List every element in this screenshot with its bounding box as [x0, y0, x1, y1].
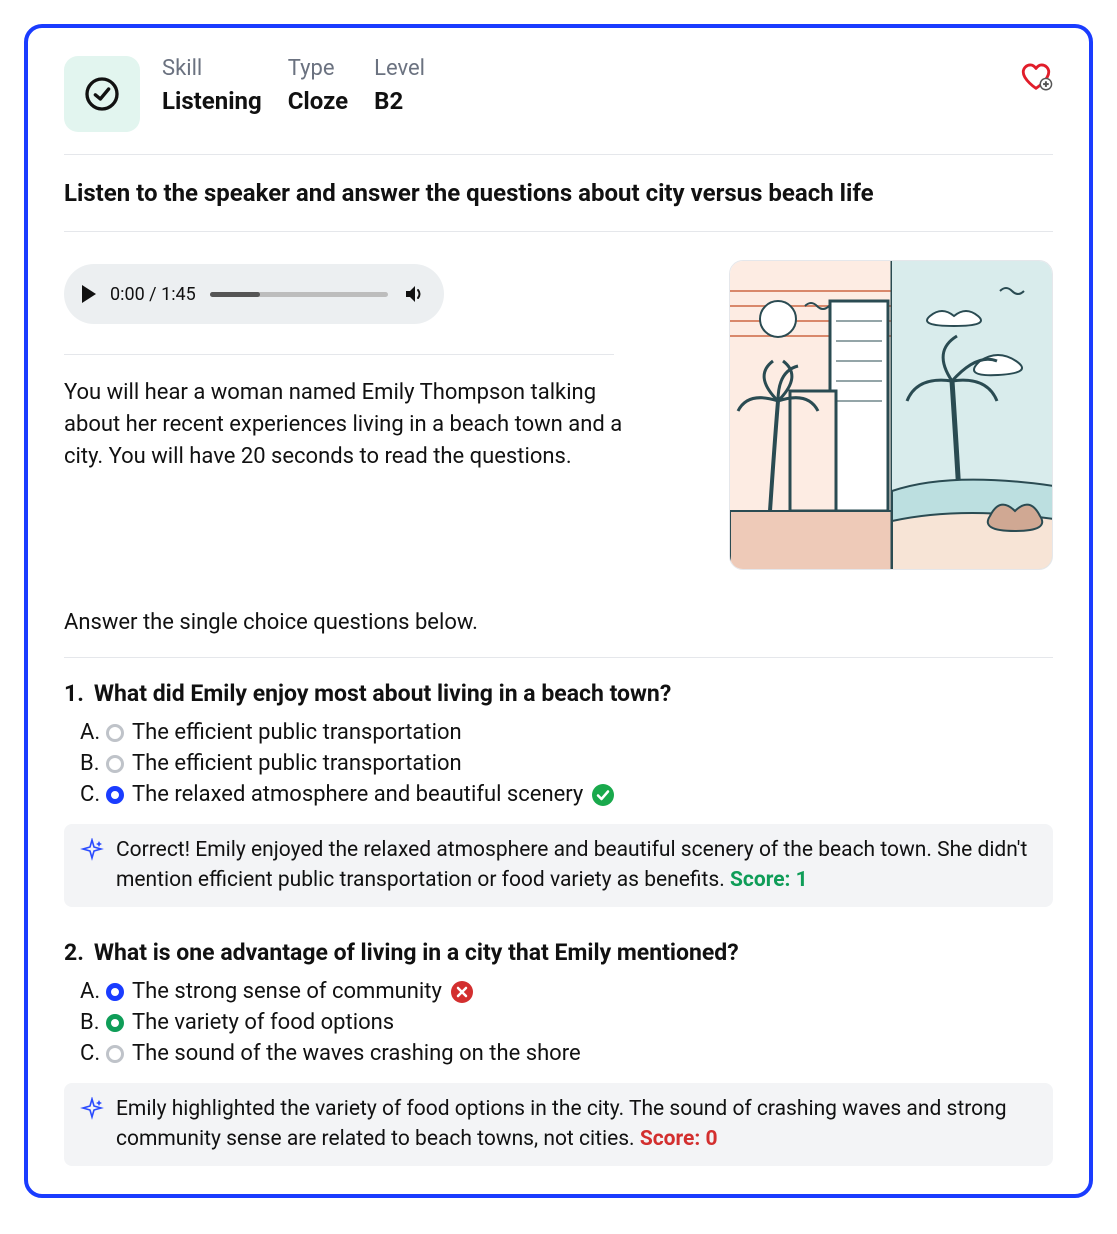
radio-icon[interactable]	[106, 1014, 124, 1032]
meta-skill: Skill Listening	[162, 56, 262, 115]
radio-icon[interactable]	[106, 983, 124, 1001]
divider	[64, 354, 614, 355]
completed-badge	[64, 56, 140, 132]
meta-type-value: Cloze	[288, 87, 348, 115]
volume-icon[interactable]	[402, 282, 426, 306]
audio-player[interactable]: 0:00 / 1:45	[64, 264, 444, 324]
meta-type-label: Type	[288, 56, 348, 81]
option-text: The relaxed atmosphere and beautiful sce…	[132, 782, 583, 807]
question-block: 2. What is one advantage of living in a c…	[64, 939, 1053, 1166]
options-list: A. The efficient public transportation B. T…	[64, 717, 1053, 810]
passage-text: You will hear a woman named Emily Thomps…	[64, 377, 624, 473]
radio-icon[interactable]	[106, 724, 124, 742]
meta-group: Skill Listening Type Cloze Level B2	[162, 56, 425, 115]
question-number: 2.	[64, 939, 84, 966]
question-number: 1.	[64, 680, 84, 707]
question-text: 1. What did Emily enjoy most about living…	[64, 680, 1053, 707]
options-list: A. The strong sense of community B. The var…	[64, 976, 1053, 1069]
option-row[interactable]: A. The strong sense of community	[64, 976, 1053, 1007]
meta-skill-label: Skill	[162, 56, 262, 81]
radio-icon[interactable]	[106, 786, 124, 804]
play-icon[interactable]	[82, 285, 96, 303]
option-text: The efficient public transportation	[132, 751, 462, 776]
city-beach-illustration	[730, 261, 1053, 570]
audio-current: 0:00	[110, 284, 145, 305]
left-column: 0:00 / 1:45 You will hear a woman named …	[64, 254, 699, 570]
wrong-icon	[450, 980, 474, 1004]
sparkle-icon	[80, 838, 104, 862]
heart-plus-icon	[1019, 60, 1053, 94]
instruction-text: Answer the single choice questions below…	[64, 610, 1053, 635]
option-letter: B.	[64, 751, 98, 776]
option-text: The variety of food options	[132, 1010, 394, 1035]
question-text: 2. What is one advantage of living in a c…	[64, 939, 1053, 966]
score-text: Score: 1	[730, 868, 808, 892]
divider	[64, 657, 1053, 658]
feedback-text: Emily highlighted the variety of food op…	[116, 1095, 1037, 1154]
exercise-title: Listen to the speaker and answer the que…	[64, 177, 1053, 209]
score-text: Score: 0	[640, 1127, 718, 1151]
option-letter: C.	[64, 1041, 98, 1066]
question-block: 1. What did Emily enjoy most about living…	[64, 680, 1053, 907]
feedback-box: Emily highlighted the variety of food op…	[64, 1083, 1053, 1166]
option-letter: C.	[64, 782, 98, 807]
favorite-button[interactable]	[1019, 60, 1053, 98]
meta-type: Type Cloze	[288, 56, 348, 115]
option-row[interactable]: B. The variety of food options	[64, 1007, 1053, 1038]
option-letter: A.	[64, 720, 98, 745]
meta-level: Level B2	[374, 56, 425, 115]
audio-time: 0:00 / 1:45	[110, 284, 196, 305]
content-row: 0:00 / 1:45 You will hear a woman named …	[64, 254, 1053, 570]
correct-icon	[591, 783, 615, 807]
header-row: Skill Listening Type Cloze Level B2	[64, 56, 1053, 132]
option-text: The strong sense of community	[132, 979, 442, 1004]
audio-progress[interactable]	[210, 292, 388, 297]
sparkle-icon	[80, 1097, 104, 1121]
meta-level-value: B2	[374, 87, 425, 115]
meta-level-label: Level	[374, 56, 425, 81]
illustration	[729, 260, 1053, 570]
option-letter: B.	[64, 1010, 98, 1035]
option-text: The efficient public transportation	[132, 720, 462, 745]
audio-duration: 1:45	[161, 284, 196, 305]
audio-progress-fill	[210, 292, 260, 297]
question-prompt: What did Emily enjoy most about living i…	[94, 680, 671, 707]
feedback-text: Correct! Emily enjoyed the relaxed atmos…	[116, 836, 1037, 895]
question-prompt: What is one advantage of living in a cit…	[94, 939, 739, 966]
radio-icon[interactable]	[106, 1045, 124, 1063]
option-row[interactable]: A. The efficient public transportation	[64, 717, 1053, 748]
option-row[interactable]: B. The efficient public transportation	[64, 748, 1053, 779]
feedback-box: Correct! Emily enjoyed the relaxed atmos…	[64, 824, 1053, 907]
radio-icon[interactable]	[106, 755, 124, 773]
divider	[64, 154, 1053, 155]
meta-skill-value: Listening	[162, 87, 262, 115]
option-row[interactable]: C. The sound of the waves crashing on the…	[64, 1038, 1053, 1069]
option-row[interactable]: C. The relaxed atmosphere and beautiful s…	[64, 779, 1053, 810]
option-text: The sound of the waves crashing on the s…	[132, 1041, 581, 1066]
divider	[64, 231, 1053, 232]
option-letter: A.	[64, 979, 98, 1004]
exercise-card: Skill Listening Type Cloze Level B2 List…	[24, 24, 1093, 1198]
questions-container: 1. What did Emily enjoy most about living…	[64, 680, 1053, 1166]
check-circle-icon	[82, 74, 122, 114]
